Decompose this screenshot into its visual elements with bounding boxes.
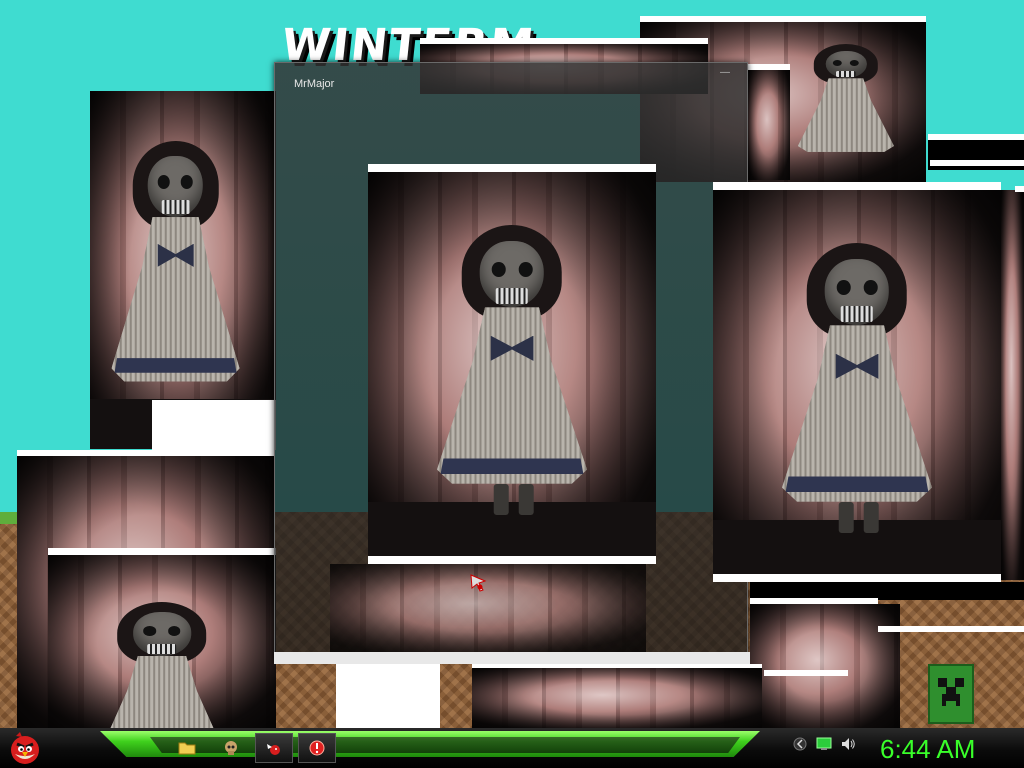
angry-bird-icon <box>267 744 280 755</box>
frame-edge <box>713 182 1001 190</box>
frame-edge <box>713 574 1001 582</box>
doll-photo-sliver <box>1001 190 1024 580</box>
frame-edge <box>274 652 750 664</box>
chevron-left-icon[interactable] <box>792 736 808 752</box>
taskbar-item-skull[interactable] <box>212 733 250 763</box>
doll-photo <box>90 91 276 449</box>
doll-photo <box>748 70 790 180</box>
doll-photo <box>750 604 900 728</box>
frame-edge <box>368 164 656 172</box>
taskbar-item-angry-bird[interactable] <box>255 733 293 763</box>
doll-photo <box>368 172 656 556</box>
desktop: WINTERM MrMajor — 6:44 AM <box>0 0 1024 768</box>
taskbar-clock[interactable]: 6:44 AM <box>880 733 975 765</box>
doll-photo-trail <box>330 564 646 652</box>
doll-photo <box>713 190 1001 574</box>
taskbar-item-red-app[interactable] <box>298 733 336 763</box>
frame-edge <box>368 556 656 564</box>
window-title: MrMajor <box>294 78 335 90</box>
folder-icon <box>178 742 196 755</box>
frame-edge <box>48 548 276 555</box>
taskbar-item-folder[interactable] <box>168 733 206 763</box>
frame-edge <box>930 160 1024 166</box>
minimize-button[interactable]: — <box>720 68 734 78</box>
speaker-volume-icon[interactable] <box>840 736 856 752</box>
cursor-icon <box>470 574 487 592</box>
network-monitor-icon[interactable] <box>816 736 832 752</box>
system-tray <box>786 736 866 760</box>
frame-edge <box>764 670 848 676</box>
angry-bird-red-icon <box>11 732 39 764</box>
doll-photo <box>472 668 762 728</box>
frame-edge <box>878 626 1024 632</box>
frame-edge <box>152 400 276 450</box>
red-circle-app-icon <box>309 740 325 756</box>
frame-edge <box>336 664 440 728</box>
start-button[interactable] <box>6 730 44 766</box>
frame-edge <box>1015 186 1024 192</box>
doll-photo <box>48 555 276 728</box>
skull-icon <box>225 741 237 755</box>
creeper-face <box>928 664 974 724</box>
